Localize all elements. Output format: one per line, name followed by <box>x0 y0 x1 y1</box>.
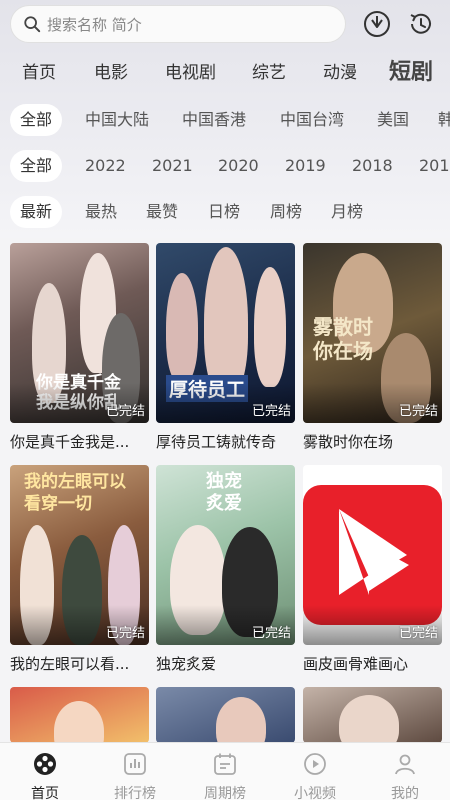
bottom-tab-bar: 首页 排行榜 周期榜 小视频 我的 <box>0 742 450 800</box>
status-badge: 已完结 <box>398 404 438 419</box>
status-badge: 已完结 <box>251 626 291 641</box>
media-title: 雾散时你在场 <box>303 433 394 451</box>
filter-region-usa[interactable]: 美国 <box>377 104 409 136</box>
poster-caption: 独宠 炙爱 <box>206 471 242 514</box>
poster-image: 厚待员工 已完结 <box>156 243 295 423</box>
filter-region-all[interactable]: 全部 <box>10 104 63 136</box>
media-card[interactable]: 独宠 炙爱 已完结 独宠炙爱 <box>156 465 295 674</box>
search-input[interactable]: 搜索名称 简介 <box>10 5 346 43</box>
media-card[interactable]: 雾散时 你在场 已完结 雾散时你在场 <box>303 243 442 452</box>
poster-image <box>10 687 149 743</box>
status-badge: 已完结 <box>398 626 438 641</box>
filter-year-2022[interactable]: 2022 <box>85 150 126 182</box>
poster-image: 你是真千金我是纵你乱 已完结 <box>10 243 149 423</box>
category-nav: 首页 电影 电视剧 综艺 动漫 短剧 <box>0 52 450 88</box>
ranking-chart-icon <box>124 753 146 775</box>
tab-ranking[interactable]: 排行榜 <box>90 743 180 800</box>
download-icon <box>364 11 390 37</box>
poster-image: 雾散时 你在场 已完结 <box>303 243 442 423</box>
media-card[interactable]: 我的左眼可以 看穿一切 已完结 我的左眼可以看... <box>10 465 149 674</box>
poster-caption: 雾散时 你在场 <box>313 315 373 363</box>
filter-year-2021[interactable]: 2021 <box>152 150 193 182</box>
tab-home[interactable]: 首页 <box>0 743 90 800</box>
media-card[interactable] <box>156 687 295 743</box>
history-icon <box>410 13 431 34</box>
tab-period-ranking[interactable]: 周期榜 <box>180 743 270 800</box>
user-profile-icon <box>395 754 415 775</box>
status-badge: 已完结 <box>251 404 291 419</box>
filter-sort-monthly[interactable]: 月榜 <box>331 196 363 228</box>
poster-image: 独宠 炙爱 已完结 <box>156 465 295 645</box>
media-card[interactable] <box>303 687 442 743</box>
category-short-drama[interactable]: 短剧 <box>389 54 433 86</box>
category-variety[interactable]: 综艺 <box>252 58 286 83</box>
media-card[interactable]: 已完结 画皮画骨难画心 <box>303 465 442 674</box>
tab-ranking-label: 排行榜 <box>114 786 156 800</box>
tab-period-ranking-label: 周期榜 <box>204 786 246 800</box>
filter-year-2019[interactable]: 2019 <box>285 150 326 182</box>
tab-home-label: 首页 <box>31 786 59 800</box>
year-filter: 全部 2022 2021 2020 2019 2018 201 <box>0 148 450 184</box>
search-placeholder: 搜索名称 简介 <box>47 15 142 34</box>
tab-mine-label: 我的 <box>391 786 419 800</box>
category-anime[interactable]: 动漫 <box>323 58 357 83</box>
filter-year-2017[interactable]: 201 <box>419 150 450 182</box>
short-video-icon <box>304 753 326 775</box>
media-title: 我的左眼可以看... <box>10 655 130 673</box>
media-title: 厚待员工铸就传奇 <box>156 433 277 451</box>
media-card[interactable] <box>10 687 149 743</box>
media-title: 你是真千金我是... <box>10 433 130 451</box>
poster-image <box>303 687 442 743</box>
film-reel-icon <box>34 753 56 775</box>
filter-year-2018[interactable]: 2018 <box>352 150 393 182</box>
category-home[interactable]: 首页 <box>22 58 56 83</box>
filter-sort-daily[interactable]: 日榜 <box>208 196 240 228</box>
search-row: 搜索名称 简介 <box>10 5 440 43</box>
download-button[interactable] <box>362 9 392 39</box>
tab-mine[interactable]: 我的 <box>360 743 450 800</box>
filter-region-hongkong[interactable]: 中国香港 <box>182 104 246 136</box>
filter-year-all[interactable]: 全部 <box>10 150 63 182</box>
poster-image <box>156 687 295 743</box>
region-filter: 全部 中国大陆 中国香港 中国台湾 美国 韩 <box>0 102 450 138</box>
sort-filter: 最新 最热 最赞 日榜 周榜 月榜 <box>0 194 450 230</box>
status-badge: 已完结 <box>105 404 145 419</box>
media-card[interactable]: 厚待员工 已完结 厚待员工铸就传奇 <box>156 243 295 452</box>
tab-short-video-label: 小视频 <box>294 786 336 800</box>
search-icon <box>24 16 41 33</box>
filter-region-mainland[interactable]: 中国大陆 <box>85 104 149 136</box>
history-button[interactable] <box>406 9 436 39</box>
poster-image: 我的左眼可以 看穿一切 已完结 <box>10 465 149 645</box>
filter-sort-hottest[interactable]: 最热 <box>85 196 117 228</box>
category-movie[interactable]: 电影 <box>94 58 128 83</box>
filter-region-taiwan[interactable]: 中国台湾 <box>280 104 344 136</box>
category-tv[interactable]: 电视剧 <box>165 58 216 83</box>
filter-sort-most-liked[interactable]: 最赞 <box>146 196 178 228</box>
filter-year-2020[interactable]: 2020 <box>218 150 259 182</box>
media-title: 独宠炙爱 <box>156 655 217 673</box>
tab-short-video[interactable]: 小视频 <box>270 743 360 800</box>
filter-sort-latest[interactable]: 最新 <box>10 196 63 228</box>
filter-region-korea[interactable]: 韩 <box>438 104 450 136</box>
poster-caption: 我的左眼可以 看穿一切 <box>24 472 126 514</box>
media-card[interactable]: 你是真千金我是纵你乱 已完结 你是真千金我是... <box>10 243 149 452</box>
status-badge: 已完结 <box>105 626 145 641</box>
poster-image: 已完结 <box>303 465 442 645</box>
filter-sort-weekly[interactable]: 周榜 <box>270 196 302 228</box>
calendar-icon <box>214 753 236 775</box>
media-title: 画皮画骨难画心 <box>303 655 409 673</box>
